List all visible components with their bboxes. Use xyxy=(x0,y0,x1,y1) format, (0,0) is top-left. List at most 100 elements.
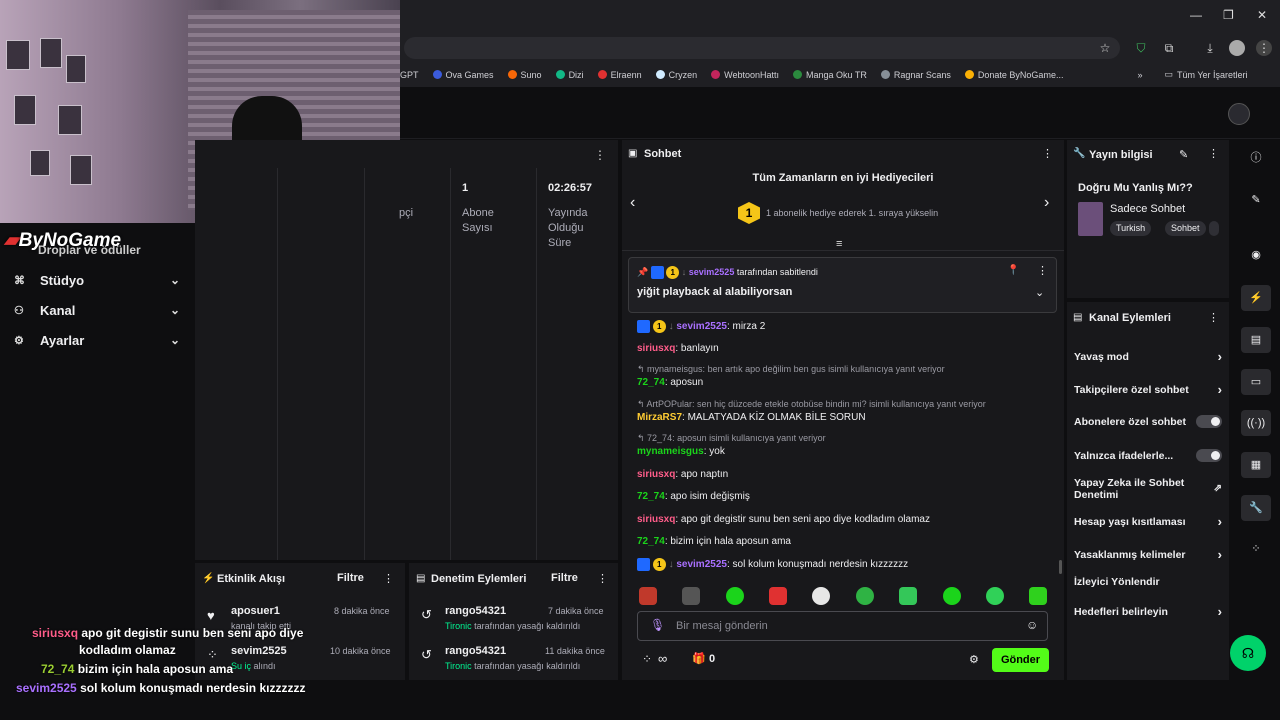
nav-item-drops[interactable]: Droplar ve ödüller xyxy=(38,243,141,257)
moderated-user[interactable]: rango54321 xyxy=(445,605,506,617)
bookmark-webtoonhatti[interactable]: WebtoonHattı xyxy=(711,70,779,80)
all-bookmarks-folder[interactable]: ▭ Tüm Yer İşaretleri xyxy=(1164,69,1247,80)
download-icon[interactable]: ⤓ xyxy=(1202,40,1218,56)
user-avatar[interactable] xyxy=(1228,103,1250,125)
profile-avatar-icon[interactable] xyxy=(1229,40,1245,56)
chat-message[interactable]: 1 ↓ sevim2525: mirza 2 xyxy=(637,320,765,333)
tag-turkish[interactable]: Turkish xyxy=(1110,221,1152,236)
chat-reply-context[interactable]: ↰ ArtPOPular: sen hiç düzcede etekle oto… xyxy=(637,399,986,410)
emote-icon[interactable] xyxy=(986,587,1004,605)
emote-icon[interactable] xyxy=(812,587,830,605)
chat-settings-gear-icon[interactable]: ⚙ xyxy=(969,653,979,666)
chat-message[interactable]: 72_74: bizim için hala aposun ama xyxy=(637,536,791,547)
subscribers-only-item[interactable]: Abonelere özel sohbet xyxy=(1074,415,1222,428)
restore-button[interactable]: ❐ xyxy=(1223,8,1234,22)
notes-icon[interactable]: ▤ xyxy=(1241,327,1271,353)
moderated-user[interactable]: rango54321 xyxy=(445,645,506,657)
quick-action-lightning-icon[interactable]: ⚡ xyxy=(1241,285,1271,311)
chat-menu-icon[interactable]: ⋮ xyxy=(1042,147,1053,160)
emote-icon[interactable] xyxy=(899,587,917,605)
bookmark-star-icon[interactable]: ☆ xyxy=(1097,40,1113,56)
tag-sohbet[interactable]: Sohbet xyxy=(1165,221,1206,236)
subscribers-only-toggle[interactable] xyxy=(1196,415,1222,428)
layout-icon[interactable]: ▦ xyxy=(1241,452,1271,478)
chat-message[interactable]: mynameisgus: yok xyxy=(637,446,725,457)
edit-pencil-icon[interactable]: ✎ xyxy=(1179,148,1188,161)
bookmark-elraenn[interactable]: Elraenn xyxy=(597,70,642,80)
followers-only-item[interactable]: Takipçilere özel sohbet › xyxy=(1074,382,1222,397)
chat-input[interactable]: 🎙 Bir mesaj gönderin ☺ xyxy=(637,611,1048,641)
emote-icon[interactable] xyxy=(1029,587,1047,605)
emote-icon[interactable] xyxy=(682,587,700,605)
previous-arrow-icon[interactable]: ‹ xyxy=(630,194,635,212)
next-arrow-icon[interactable]: › xyxy=(1044,194,1049,212)
nav-item-settings[interactable]: ⚙ Ayarlar ⌄ xyxy=(14,330,180,350)
dots-icon[interactable]: ⁘ xyxy=(1241,536,1271,562)
chat-scrollbar[interactable] xyxy=(1059,560,1062,574)
emoji-icon[interactable]: ☺ xyxy=(1026,618,1038,632)
emote-icon[interactable] xyxy=(769,587,787,605)
bookmark-ragnar-scans[interactable]: Ragnar Scans xyxy=(880,70,951,80)
chevron-down-icon[interactable]: ⌄ xyxy=(1035,286,1044,299)
activity-menu-icon[interactable]: ⋮ xyxy=(383,572,394,585)
bookmarks-overflow-button[interactable]: » xyxy=(1137,70,1142,80)
chat-reply-context[interactable]: ↰ mynameisgus: ben artık apo değilim ben… xyxy=(637,364,945,375)
set-goals-item[interactable]: Hedefleri belirleyin › xyxy=(1074,604,1222,619)
chat-message[interactable]: siriusxq: apo naptın xyxy=(637,469,728,480)
pinned-menu-icon[interactable]: ⋮ xyxy=(1037,264,1048,277)
tag-more[interactable] xyxy=(1209,221,1219,236)
bookmark-cryzen[interactable]: Cryzen xyxy=(655,70,697,80)
bookmark-ova-games[interactable]: Ova Games xyxy=(432,70,494,80)
bookmark-gpt[interactable]: GPT xyxy=(400,70,419,80)
chat-message[interactable]: siriusxq: banlayın xyxy=(637,343,719,354)
emote-icon[interactable] xyxy=(726,587,744,605)
wrench-icon[interactable]: 🔧 xyxy=(1241,495,1271,521)
emote-icon[interactable] xyxy=(639,587,657,605)
broadcast-icon[interactable]: ((·)) xyxy=(1241,410,1271,436)
activity-user[interactable]: aposuer1 xyxy=(231,605,280,617)
emote-icon[interactable] xyxy=(943,587,961,605)
emote-icon[interactable] xyxy=(856,587,874,605)
browser-menu-icon[interactable]: ⋮ xyxy=(1256,40,1272,56)
stream-category[interactable]: Sadece Sohbet xyxy=(1110,203,1185,215)
nav-item-channel[interactable]: ⚇ Kanal ⌄ xyxy=(14,300,180,320)
shield-extension-icon[interactable]: ⛉ xyxy=(1133,40,1149,56)
camera-icon[interactable]: ◉ xyxy=(1241,242,1271,268)
chat-message[interactable]: MirzaRS7: MALATYADA KİZ OLMAK BİLE SORUN xyxy=(637,412,866,423)
raid-item[interactable]: İzleyici Yönlendir xyxy=(1074,576,1222,588)
support-headset-icon[interactable]: ☊ xyxy=(1230,635,1266,671)
minimize-button[interactable]: — xyxy=(1190,8,1202,22)
nav-item-studio[interactable]: ⌘ Stüdyo ⌄ xyxy=(14,270,180,290)
activity-filter-button[interactable]: Filtre xyxy=(337,572,364,584)
close-window-button[interactable]: ✕ xyxy=(1257,8,1267,22)
channel-actions-menu-icon[interactable]: ⋮ xyxy=(1208,311,1219,324)
slow-mode-item[interactable]: Yavaş mod › xyxy=(1074,349,1222,364)
unpin-icon[interactable]: 📍 xyxy=(1007,265,1019,276)
gift-icon[interactable]: 🎁 xyxy=(692,652,706,665)
chat-message[interactable]: 72_74: apo isim değişmiş xyxy=(637,491,750,502)
pinned-message-card[interactable]: 📌 1 ↓ sevim2525 tarafından sabitlendi 📍 … xyxy=(628,257,1057,313)
extensions-icon[interactable]: ⧉ xyxy=(1161,40,1177,56)
account-age-item[interactable]: Hesap yaşı kısıtlaması › xyxy=(1074,514,1222,529)
chat-reply-context[interactable]: ↰ 72_74: aposun isimli kullanıcıya yanıt… xyxy=(637,433,826,444)
pencil-icon[interactable]: ✎ xyxy=(1241,187,1271,213)
ai-moderation-item[interactable]: Yapay Zeka ile Sohbet Denetimi ⇗ xyxy=(1074,477,1222,501)
chat-icon[interactable]: ▭ xyxy=(1241,369,1271,395)
channel-points-icon[interactable]: ⁘ xyxy=(642,652,652,666)
moderation-filter-button[interactable]: Filtre xyxy=(551,572,578,584)
microphone-icon[interactable]: 🎙 xyxy=(650,618,665,632)
emotes-only-toggle[interactable] xyxy=(1196,449,1222,462)
bookmark-donate-bynogame[interactable]: Donate ByNoGame... xyxy=(964,70,1063,80)
banned-words-item[interactable]: Yasaklanmış kelimeler › xyxy=(1074,547,1222,562)
activity-user[interactable]: sevim2525 xyxy=(231,645,287,657)
stream-info-menu-icon[interactable]: ⋮ xyxy=(1208,147,1219,160)
stats-menu-icon[interactable]: ⋮ xyxy=(594,148,606,162)
collapse-icon[interactable]: ≡ xyxy=(836,238,842,250)
bookmark-suno[interactable]: Suno xyxy=(507,70,542,80)
emotes-only-item[interactable]: Yalnızca ifadelerle... xyxy=(1074,449,1222,462)
bookmark-manga-oku[interactable]: Manga Oku TR xyxy=(792,70,867,80)
chat-message[interactable]: 72_74: aposun xyxy=(637,377,703,388)
category-thumbnail[interactable] xyxy=(1078,202,1103,236)
address-bar[interactable] xyxy=(404,37,1120,59)
bookmark-dizi[interactable]: Dizi xyxy=(555,70,584,80)
